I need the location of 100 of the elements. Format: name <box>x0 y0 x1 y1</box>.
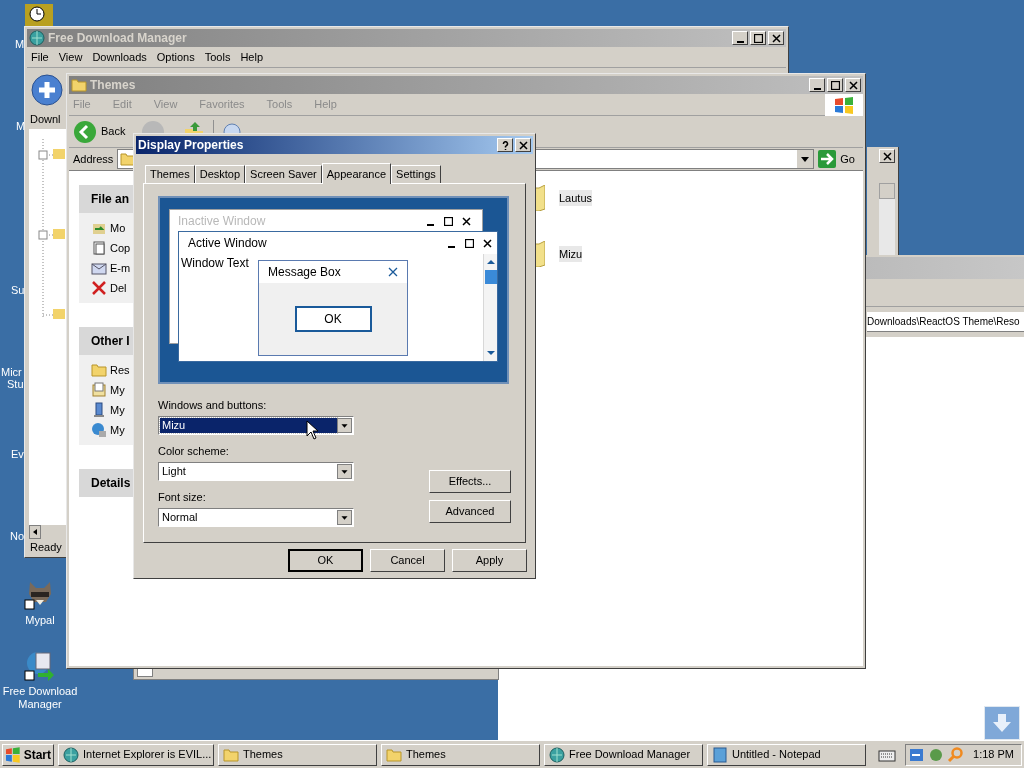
dialog-button[interactable]: Apply <box>452 549 527 572</box>
dropdown[interactable]: Light <box>158 462 354 481</box>
icon-label: Mypal <box>25 614 55 627</box>
back-button[interactable]: Back <box>73 119 126 144</box>
field-label: Color scheme: <box>158 444 230 458</box>
tab[interactable]: Desktop <box>194 165 246 183</box>
scroll-left-button[interactable] <box>29 525 41 539</box>
close-icon <box>771 33 781 43</box>
task-link[interactable]: Cop <box>110 239 131 257</box>
dialog-button[interactable]: Cancel <box>370 549 445 572</box>
maximize-icon <box>464 238 474 248</box>
ok-button[interactable]: OK <box>294 306 372 332</box>
folder-name[interactable]: Mizu <box>559 245 583 263</box>
maximize-icon <box>753 33 763 43</box>
taskbar-button[interactable]: Themes <box>381 743 540 766</box>
close-button[interactable] <box>879 149 895 163</box>
minimize-button[interactable] <box>809 78 825 92</box>
menu-item[interactable]: View <box>58 48 83 66</box>
minimize-icon <box>813 87 821 90</box>
menu-item[interactable]: Tools <box>204 48 231 66</box>
task-link[interactable]: E-m <box>110 259 131 277</box>
maximize-button[interactable] <box>750 31 766 45</box>
close-icon <box>882 151 892 161</box>
icon-label: Micr <box>1 366 22 378</box>
dropdown[interactable]: Mizu <box>158 416 354 435</box>
minimize-icon <box>426 223 434 226</box>
windows-logo-icon <box>834 95 854 114</box>
icon-label: Stu <box>7 378 24 390</box>
dialog-title: Display Properties <box>138 137 245 154</box>
folder-icon <box>386 746 402 763</box>
task-link[interactable]: My <box>110 381 125 399</box>
network-icon <box>91 422 107 438</box>
go-arrow-icon <box>818 150 837 168</box>
taskbar-button[interactable]: Free Download Manager <box>544 743 703 766</box>
help-button[interactable] <box>497 138 513 152</box>
go-button[interactable]: Go <box>818 150 859 168</box>
close-button[interactable] <box>845 78 861 92</box>
tab[interactable]: Themes <box>145 165 195 183</box>
task-link[interactable]: My <box>110 401 125 419</box>
window-title: Themes <box>90 77 137 94</box>
close-icon <box>848 80 858 90</box>
icon-label: M <box>15 38 25 50</box>
windows-logo-icon <box>5 746 21 763</box>
minimize-icon <box>736 40 744 43</box>
tab[interactable]: Screen Saver <box>245 165 322 183</box>
tab[interactable]: Downl <box>27 111 67 127</box>
maximize-icon <box>443 216 453 226</box>
dialog-button[interactable]: Advanced <box>429 500 511 523</box>
tab[interactable]: Settings <box>391 165 441 183</box>
scroll-down-icon[interactable] <box>486 349 495 357</box>
icon-label: Su <box>11 284 25 296</box>
menu-item[interactable]: Downloads <box>92 48 147 66</box>
icon-label: M <box>16 120 26 132</box>
preview-title: Inactive Window <box>178 213 266 230</box>
close-icon <box>518 140 528 150</box>
delete-icon <box>91 280 107 296</box>
globe-icon <box>29 30 45 46</box>
maximize-button[interactable] <box>827 78 843 92</box>
address-label: Address <box>73 151 114 167</box>
window-title: Free Download Manager <box>48 30 188 47</box>
icon-label: Free Download Manager <box>1 685 79 711</box>
tab[interactable]: Appearance <box>321 163 392 184</box>
globe-icon <box>63 746 79 763</box>
folder-name[interactable]: Lautus <box>559 189 593 207</box>
documents-icon <box>91 382 107 398</box>
dialog-button[interactable]: Effects... <box>429 470 511 493</box>
scroll-up-icon[interactable] <box>486 258 495 266</box>
network-icon[interactable] <box>909 746 925 763</box>
status-text: Ready <box>29 540 63 555</box>
dropdown[interactable]: Normal <box>158 508 354 527</box>
add-icon[interactable] <box>31 73 63 106</box>
minimize-icon <box>447 245 455 248</box>
task-link[interactable]: My <box>110 421 125 439</box>
task-link[interactable]: Mo <box>110 219 126 237</box>
computer-icon <box>91 402 107 418</box>
menu-item[interactable]: Help <box>240 48 264 66</box>
menu-item[interactable]: File <box>31 48 49 66</box>
keyboard-icon[interactable] <box>878 747 896 762</box>
task-link[interactable]: Res <box>110 361 130 379</box>
menu-item[interactable]: Options <box>156 48 195 66</box>
taskbar-button[interactable]: Internet Explorer is EVIL... <box>58 743 214 766</box>
taskbar-button[interactable]: Untitled - Notepad <box>707 743 866 766</box>
task-link[interactable]: Del <box>110 279 127 297</box>
icon-label: Ev <box>11 448 24 460</box>
scroll-thumb[interactable] <box>484 270 497 284</box>
message-title: Message Box <box>268 264 341 281</box>
close-icon[interactable] <box>388 267 398 277</box>
dialog-button[interactable]: OK <box>288 549 363 572</box>
taskbar-button[interactable]: Themes <box>218 743 377 766</box>
folder-icon <box>223 746 239 763</box>
close-button[interactable] <box>768 31 784 45</box>
maximize-icon <box>830 80 840 90</box>
field-label: Font size: <box>158 490 207 504</box>
minimize-button[interactable] <box>732 31 748 45</box>
address-field[interactable]: Downloads\ReactOS Theme\Reso <box>867 312 1024 332</box>
start-button[interactable]: Start <box>2 743 54 766</box>
close-button[interactable] <box>515 138 531 152</box>
copy-icon <box>91 240 107 256</box>
field-label: Windows and buttons: <box>158 398 268 412</box>
down-arrow-icon <box>991 712 1013 734</box>
